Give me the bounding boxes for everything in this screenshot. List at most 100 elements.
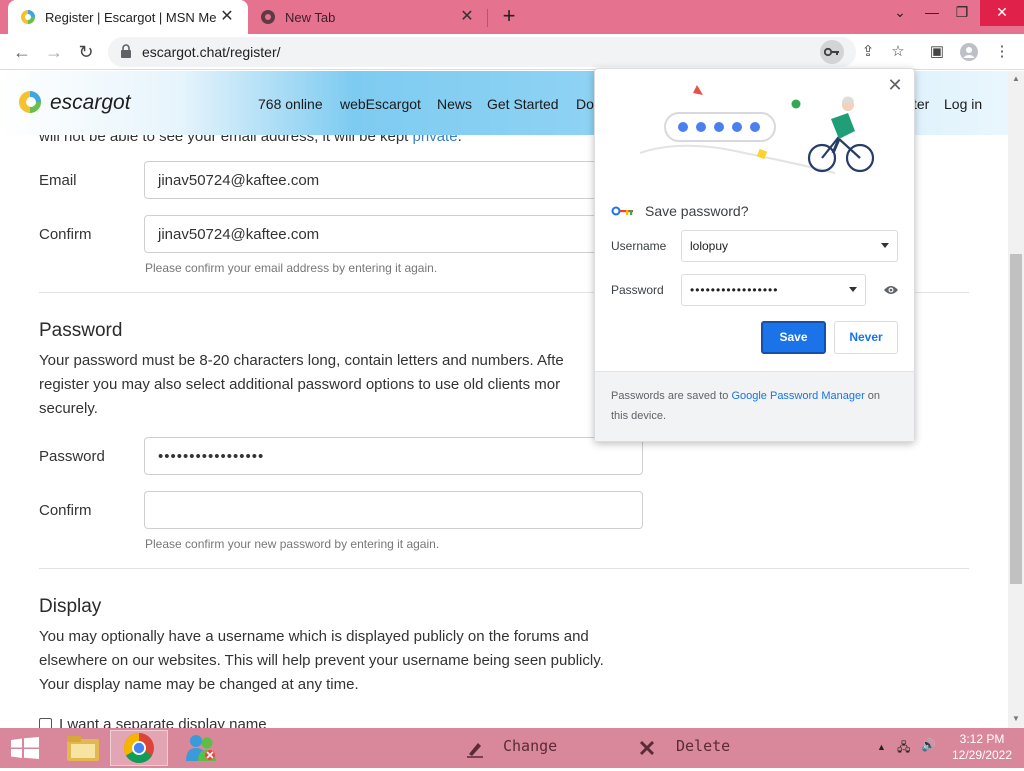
clock-time: 3:12 PM — [959, 732, 1005, 746]
display-name-checkbox-label[interactable]: I want a separate display name — [59, 713, 267, 728]
dialog-title: Save password? — [645, 203, 749, 219]
url-text: escargot.chat/register/ — [142, 44, 281, 60]
save-button[interactable]: Save — [761, 321, 826, 354]
tab-register[interactable]: Register | Escargot | MSN Messe ✕ — [8, 0, 248, 34]
nav-downloads[interactable]: Do — [576, 96, 594, 112]
password-heading: Password — [39, 320, 123, 341]
windows-start-icon[interactable] — [10, 737, 40, 759]
pen-icon[interactable] — [466, 740, 484, 758]
key-icon[interactable] — [820, 40, 844, 64]
dialog-footer: Passwords are saved to Google Password M… — [595, 371, 914, 441]
address-bar[interactable]: escargot.chat/register/ — [108, 37, 856, 67]
nav-get-started[interactable]: Get Started — [487, 96, 559, 112]
messenger-buddies-icon — [186, 735, 216, 761]
minimize-icon[interactable]: — — [916, 0, 948, 26]
username-label: Username — [611, 239, 667, 253]
display-desc-line-1: You may optionally have a username which… — [39, 628, 589, 645]
profile-avatar-icon[interactable] — [957, 40, 981, 64]
email-confirm-hint: Please confirm your email address by ent… — [145, 261, 438, 275]
bookmark-star-icon[interactable]: ☆ — [886, 40, 910, 64]
forward-arrow-icon[interactable]: → — [42, 40, 66, 64]
taskbar: Change Delete ▲ 🖧 🔊 3:12 PM 12/29/2022 — [0, 728, 1024, 768]
username-value: lolopuy — [690, 239, 729, 253]
email-label: Email — [39, 172, 77, 189]
chrome-favicon-icon — [261, 10, 275, 24]
display-desc-line-2: elsewhere on our websites. This will hel… — [39, 652, 604, 669]
caret-down-icon — [881, 243, 889, 248]
google-key-icon — [611, 206, 633, 216]
folder-icon — [67, 736, 99, 761]
scroll-up-icon[interactable]: ▲ — [1011, 74, 1021, 83]
tray-expand-icon[interactable]: ▲ — [877, 742, 886, 752]
save-password-dialog: ✕ Save password? Username lolopuy Passwo… — [594, 68, 915, 442]
volume-icon[interactable]: 🔊 — [921, 738, 936, 752]
password-confirm-field[interactable] — [144, 491, 643, 529]
taskbar-file-explorer[interactable] — [54, 730, 112, 766]
nav-webescargot[interactable]: webEscargot — [340, 96, 421, 112]
lock-icon — [121, 44, 131, 58]
nav-news[interactable]: News — [437, 96, 472, 112]
scroll-down-icon[interactable]: ▼ — [1011, 714, 1021, 723]
password-label: Password — [39, 448, 105, 465]
display-desc-line-3: Your display name may be changed at any … — [39, 676, 359, 693]
note-period: . — [457, 135, 462, 145]
display-name-checkbox[interactable] — [39, 718, 52, 728]
close-icon[interactable]: ✕ — [886, 75, 904, 96]
email-privacy-note: will not be able to see your email addre… — [39, 135, 462, 149]
password-desc-line-1: Your password must be 8-20 characters lo… — [39, 352, 564, 369]
site-logo-text[interactable]: escargot — [50, 91, 131, 115]
nav-register[interactable]: ter — [913, 96, 929, 112]
tab-close-icon[interactable]: ✕ — [458, 8, 476, 26]
password-value: ••••••••••••••••• — [690, 283, 779, 297]
taskbar-messenger[interactable] — [172, 730, 230, 766]
system-clock[interactable]: 3:12 PM 12/29/2022 — [950, 731, 1014, 763]
side-panel-icon[interactable]: ▣ — [925, 40, 949, 64]
browser-toolbar: ← → ↻ escargot.chat/register/ ⇪ ☆ ▣ ⋮ — [0, 34, 1024, 70]
delete-action[interactable]: Delete — [676, 737, 730, 755]
nav-log-in[interactable]: Log in — [944, 96, 982, 112]
password-manager-link[interactable]: Google Password Manager — [731, 390, 864, 402]
chevron-down-icon[interactable]: ⌄ — [884, 0, 916, 26]
dialog-title-row: Save password? — [611, 203, 749, 219]
change-action[interactable]: Change — [503, 737, 557, 755]
restore-icon[interactable]: ❐ — [946, 0, 978, 26]
username-select[interactable]: lolopuy — [681, 230, 898, 262]
back-arrow-icon[interactable]: ← — [10, 40, 34, 64]
password-label: Password — [611, 283, 664, 297]
eye-icon[interactable] — [883, 284, 899, 296]
x-icon[interactable] — [639, 740, 655, 756]
password-select[interactable]: ••••••••••••••••• — [681, 274, 866, 306]
password-confirm-label: Confirm — [39, 502, 92, 519]
password-desc-line-3: securely. — [39, 400, 98, 417]
reload-icon[interactable]: ↻ — [74, 40, 98, 64]
divider — [39, 568, 969, 569]
email-field[interactable]: jinav50724@kaftee.com — [144, 161, 643, 199]
never-button[interactable]: Never — [834, 321, 898, 354]
nav-online-count: 768 online — [258, 96, 323, 112]
tab-strip: Register | Escargot | MSN Messe ✕ New Ta… — [0, 0, 1024, 34]
close-icon[interactable]: ✕ — [980, 0, 1024, 26]
share-icon[interactable]: ⇪ — [856, 40, 880, 64]
tab-close-icon[interactable]: ✕ — [218, 8, 236, 26]
email-confirm-field[interactable]: jinav50724@kaftee.com — [144, 215, 643, 253]
password-desc-line-2: register you may also select additional … — [39, 376, 561, 393]
kebab-menu-icon[interactable]: ⋮ — [990, 40, 1014, 64]
tab-title: New Tab — [285, 9, 336, 25]
clock-date: 12/29/2022 — [951, 748, 1013, 762]
escargot-favicon-icon — [21, 10, 35, 24]
footer-text: Passwords are saved to — [611, 390, 732, 402]
scrollbar-thumb[interactable] — [1010, 254, 1022, 584]
email-confirm-label: Confirm — [39, 226, 92, 243]
taskbar-chrome[interactable] — [110, 730, 168, 766]
plus-icon[interactable]: + — [498, 5, 520, 28]
privacy-link[interactable]: private — [413, 135, 458, 145]
password-field[interactable]: ••••••••••••••••• — [144, 437, 643, 475]
escargot-logo-icon[interactable] — [18, 90, 42, 114]
tab-new-tab[interactable]: New Tab ✕ — [250, 0, 488, 34]
note-text: will not be able to see your email addre… — [39, 135, 413, 145]
chrome-icon — [123, 733, 154, 764]
network-icon[interactable]: 🖧 — [897, 738, 910, 759]
tab-separator — [487, 9, 488, 27]
tab-title: Register | Escargot | MSN Messe — [45, 9, 217, 25]
page-scrollbar[interactable]: ▲ ▼ — [1008, 71, 1024, 728]
